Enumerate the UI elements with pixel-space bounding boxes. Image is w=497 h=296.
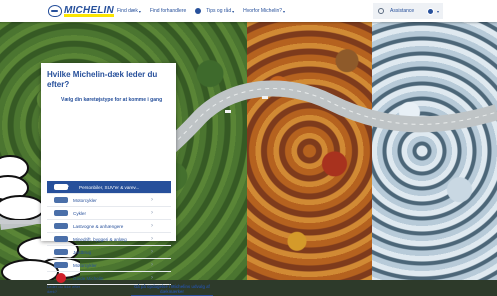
michelin-logo[interactable]: MICHELIN [48, 3, 114, 18]
bibendum-icon [48, 4, 62, 17]
vehicle-type-agriculture[interactable]: Jordbrug › [47, 246, 171, 259]
vehicle-type-truck[interactable]: Lastvogne & anhængere › [47, 220, 171, 233]
assistance-button[interactable]: Assistance [373, 3, 423, 19]
guide-michelin-icon [56, 273, 66, 283]
explore-brands-link[interactable]: Gå på opdagelse i Michelins udvalg af dæ… [131, 284, 213, 296]
mining-truck-icon [54, 236, 68, 242]
gear-icon [378, 8, 384, 14]
chevron-right-icon: › [151, 275, 153, 281]
chevron-right-icon: › [67, 184, 69, 190]
vehicle-type-car[interactable]: › Personbiler, SUV'er & varev... [47, 181, 171, 194]
language-selector[interactable]: ▾ [423, 3, 443, 19]
chevron-down-icon: ▾ [138, 8, 141, 14]
nav-item-find-tires[interactable]: Find dæk ▾ [117, 8, 141, 14]
chevron-right-icon: › [151, 210, 153, 216]
not-looking-for-tires-text: Leder du ikke efter dæk? [47, 284, 81, 294]
vehicle-type-list: › Personbiler, SUV'er & varev... Motorcy… [47, 181, 171, 285]
chevron-down-icon: ▾ [232, 8, 235, 14]
vehicle-type-mining[interactable]: Minedrift, byggeri & anlæg › [47, 233, 171, 246]
chevron-down-icon: ▾ [436, 8, 439, 14]
chevron-down-icon: ▾ [283, 8, 286, 14]
chevron-right-icon: › [151, 197, 153, 203]
winter-forest-panel [372, 22, 497, 280]
bicycle-icon [54, 210, 68, 216]
car-icon [54, 184, 68, 190]
nav-item-find-dealers[interactable]: Find forhandlere [150, 8, 186, 14]
logo-wordmark: MICHELIN [64, 4, 114, 17]
tractor-icon [54, 249, 68, 255]
scooter-icon [54, 262, 68, 268]
selector-prompt: Vælg din køretøjstype for at komme i gan… [61, 97, 163, 103]
motorcycle-icon [54, 197, 68, 203]
main-nav: Find dæk ▾ Find forhandlere Tips og råd ▾ … [117, 0, 294, 22]
tire-selector-card: Hvilke Michelin-dæk leder du efter? Vælg… [41, 63, 213, 296]
nav-item-why-michelin[interactable]: Hvorfor Michelin? ▾ [243, 8, 285, 14]
truck-icon [54, 223, 68, 229]
nav-item-tips[interactable]: Tips og råd ▾ [206, 8, 234, 14]
autumn-forest-panel [247, 22, 372, 280]
selector-title: Hvilke Michelin-dæk leder du efter? [47, 70, 158, 89]
vehicle-type-bicycle[interactable]: Cykler › [47, 207, 171, 220]
chevron-right-icon: › [151, 236, 153, 242]
chevron-right-icon: › [151, 249, 153, 255]
chevron-right-icon: › [151, 223, 153, 229]
vehicle-type-motorcycle[interactable]: Motorcykler › [47, 194, 171, 207]
chevron-right-icon: › [151, 262, 153, 268]
vehicle-type-scooter[interactable]: Motorcykler › [47, 259, 171, 272]
globe-icon [195, 8, 202, 14]
top-navigation-bar: MICHELIN Find dæk ▾ Find forhandlere Tips… [0, 0, 497, 22]
flag-icon [426, 7, 434, 15]
